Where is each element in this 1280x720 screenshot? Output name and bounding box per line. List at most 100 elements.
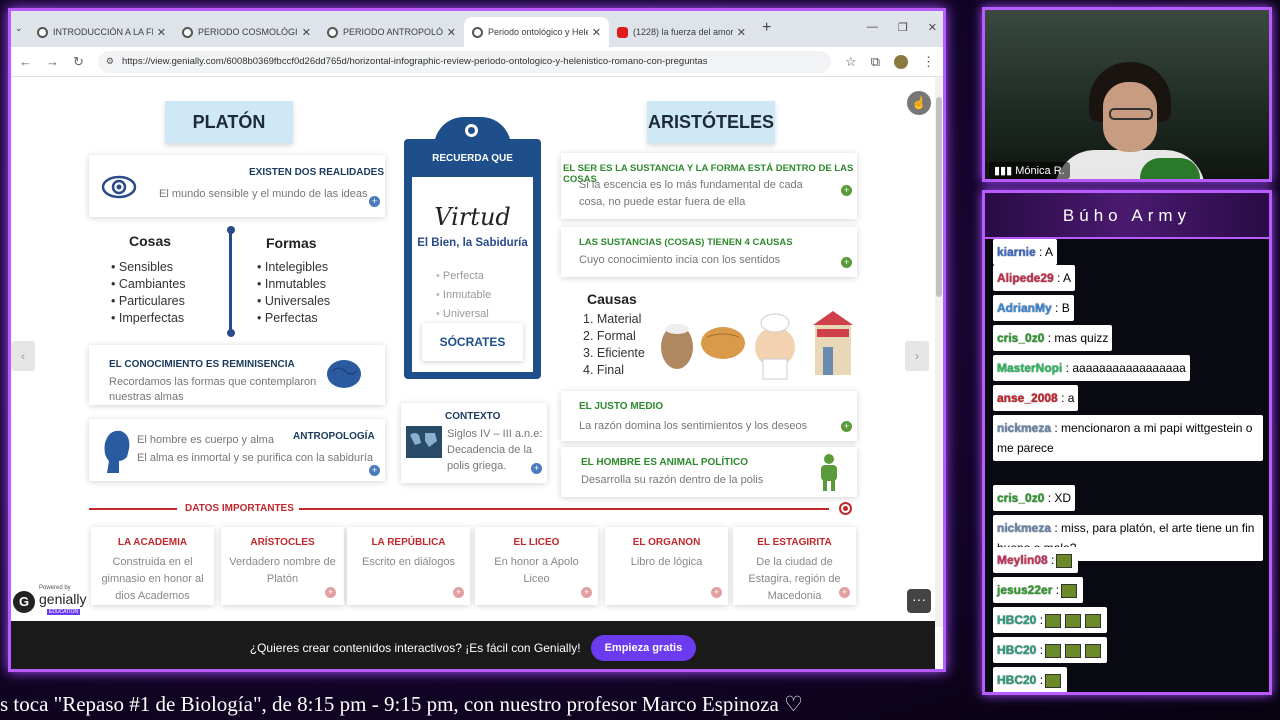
prev-slide-button[interactable]: ‹ xyxy=(11,341,35,371)
plus-icon[interactable]: + xyxy=(453,587,464,598)
chat-username[interactable]: MasterNopi xyxy=(997,361,1062,375)
reminiscencia-card[interactable]: EL CONOCIMIENTO ES REMINISENCIA Recordam… xyxy=(89,345,385,405)
restore-icon[interactable]: ❐ xyxy=(898,21,908,34)
list-item: Sensibles xyxy=(111,259,186,276)
genially-logo[interactable]: G Powered by genially EDUCATION xyxy=(13,585,93,617)
chat-username[interactable]: nickmeza xyxy=(997,521,1051,535)
site-info-icon[interactable]: ⚙ xyxy=(106,56,114,67)
scrollbar-thumb[interactable] xyxy=(936,97,942,297)
reminiscencia-body: Recordamos las formas que contemplaron xyxy=(109,376,317,388)
dato-card[interactable]: ARÍSTOCLES Verdadero nombre de Platón + xyxy=(221,527,344,605)
plus-icon[interactable]: + xyxy=(531,463,542,474)
ser-card[interactable]: EL SER ES LA SUSTANCIA Y LA FORMA ESTÁ D… xyxy=(561,153,857,219)
tab-bar: ⌄ INTRODUCCIÓN A LA FILOSOF ✕ PERIODO COS… xyxy=(11,11,943,47)
contexto-card[interactable]: CONTEXTO Siglos IV – III a.n.e: Decadenc… xyxy=(401,403,547,483)
close-icon[interactable]: ✕ xyxy=(737,26,746,39)
emote-icon xyxy=(1065,643,1082,658)
dato-title: EL LICEO xyxy=(513,537,560,548)
chat-message: kiarnie : A xyxy=(993,239,1058,265)
chat-username[interactable]: HBC20 xyxy=(997,613,1036,627)
list-item: Universales xyxy=(257,293,330,310)
plus-icon[interactable]: + xyxy=(711,587,722,598)
tab-title: PERIODO ANTROPOLÓGICO | G xyxy=(343,27,443,37)
chat-username[interactable]: kiarnie xyxy=(997,245,1036,259)
minimize-icon[interactable]: — xyxy=(867,21,878,34)
dato-card[interactable]: EL ESTAGIRITA De la ciudad de Estagira, r… xyxy=(733,527,856,605)
browser-tab[interactable]: INTRODUCCIÓN A LA FILOSOF ✕ xyxy=(29,17,174,47)
browser-tab[interactable]: PERIODO COSMOLÓGICO | Ge ✕ xyxy=(174,17,319,47)
dato-card[interactable]: LA ACADEMIA Construida en el gimnasio en … xyxy=(91,527,214,605)
sustancias-card[interactable]: LAS SUSTANCIAS (COSAS) TIENEN 4 CAUSAS C… xyxy=(561,227,857,277)
dato-body: Escrito en diálogos xyxy=(362,556,455,568)
chrome-icon xyxy=(182,26,193,38)
scrollbar[interactable] xyxy=(935,77,943,627)
chat-username[interactable]: HBC20 xyxy=(997,673,1036,687)
chat-panel: Búho Army kiarnie : A Alipede29 : A Adrian… xyxy=(982,190,1272,695)
politico-card[interactable]: EL HOMBRE ES ANIMAL POLÍTICO Desarrolla … xyxy=(561,447,857,497)
dato-body: En honor a Apolo Liceo xyxy=(494,556,579,585)
plus-icon[interactable]: + xyxy=(841,185,852,196)
chat-username[interactable]: anse_2008 xyxy=(997,391,1058,405)
plus-icon[interactable]: + xyxy=(841,257,852,268)
politico-body: Desarrolla su razón dentro de la polis xyxy=(581,474,764,486)
chat-username[interactable]: nickmeza xyxy=(997,421,1051,435)
emote-icon xyxy=(1065,613,1082,628)
bookmark-star-icon[interactable]: ☆ xyxy=(845,54,857,70)
browser-tab-active[interactable]: Periodo ontológico y Helenístic ✕ xyxy=(464,17,609,47)
chat-text: : A xyxy=(1035,245,1054,259)
close-icon[interactable]: ✕ xyxy=(592,26,601,39)
close-icon[interactable]: ✕ xyxy=(157,26,166,39)
emote-icon xyxy=(1045,643,1062,658)
more-options-button[interactable]: ··· xyxy=(907,589,931,613)
list-item: 1. Material xyxy=(583,312,642,326)
chat-username[interactable]: cris_0z0 xyxy=(997,491,1044,505)
extensions-icon[interactable]: ⧉ xyxy=(871,54,880,70)
reload-icon[interactable]: ↻ xyxy=(73,54,84,70)
plus-icon[interactable]: + xyxy=(325,587,336,598)
chat-username[interactable]: AdrianMy xyxy=(997,301,1052,315)
cosas-heading: Cosas xyxy=(129,233,172,249)
close-window-icon[interactable]: ✕ xyxy=(928,21,937,34)
plus-icon[interactable]: + xyxy=(839,587,850,598)
virtud-list: Perfecta Inmutable Universal xyxy=(436,267,491,324)
menu-icon[interactable]: ⋮ xyxy=(922,54,935,70)
antropologia-card[interactable]: ANTROPOLOGÍA El hombre es cuerpo y alma … xyxy=(89,419,385,481)
head-silhouette-icon xyxy=(104,430,130,473)
plus-icon[interactable]: + xyxy=(841,421,852,432)
new-tab-button[interactable]: + xyxy=(762,19,771,37)
tab-search-chevron-icon[interactable]: ⌄ xyxy=(15,23,29,34)
datos-label: DATOS IMPORTANTES xyxy=(185,503,294,514)
dato-card[interactable]: EL ORGANON Libro de lógica + xyxy=(605,527,728,605)
plus-icon[interactable]: + xyxy=(369,196,380,207)
dato-card[interactable]: EL LICEO En honor a Apolo Liceo + xyxy=(475,527,598,605)
chat-username[interactable]: Meylin08 xyxy=(997,553,1048,567)
url-field[interactable]: ⚙ https://view.genially.com/6008b0369fbcc… xyxy=(97,50,832,73)
pointer-icon[interactable]: ☝ xyxy=(907,91,931,115)
profile-avatar[interactable] xyxy=(894,54,908,69)
plus-icon[interactable]: + xyxy=(369,465,380,476)
next-slide-button[interactable]: › xyxy=(905,341,929,371)
dato-body: Construida en el gimnasio en honor al di… xyxy=(101,556,204,602)
browser-tab[interactable]: (1228) la fuerza del amor - You ✕ xyxy=(609,17,754,47)
close-icon[interactable]: ✕ xyxy=(302,26,311,39)
forward-icon[interactable]: → xyxy=(46,54,59,69)
back-icon[interactable]: ← xyxy=(19,54,32,69)
chat-text: : xyxy=(1052,583,1060,597)
close-icon[interactable]: ✕ xyxy=(447,26,456,39)
chat-username[interactable]: cris_0z0 xyxy=(997,331,1044,345)
webcam-panel: ▮▮▮ Mónica R. xyxy=(982,7,1272,182)
genially-name: genially xyxy=(39,591,87,607)
dato-card[interactable]: LA REPÚBLICA Escrito en diálogos + xyxy=(347,527,470,605)
chat-text: : xyxy=(1036,643,1044,657)
socrates-button[interactable]: SÓCRATES xyxy=(422,323,523,361)
browser-tab[interactable]: PERIODO ANTROPOLÓGICO | G ✕ xyxy=(319,17,464,47)
realidades-card[interactable]: EXISTEN DOS REALIDADES El mundo sensible… xyxy=(89,155,385,217)
chat-username[interactable]: Alipede29 xyxy=(997,271,1054,285)
chat-username[interactable]: jesus22er xyxy=(997,583,1052,597)
url-text: https://view.genially.com/6008b0369fbccf… xyxy=(121,56,708,67)
formas-heading: Formas xyxy=(266,235,317,251)
plus-icon[interactable]: + xyxy=(581,587,592,598)
empieza-gratis-button[interactable]: Empieza gratis xyxy=(590,635,697,661)
chat-username[interactable]: HBC20 xyxy=(997,643,1036,657)
justo-medio-card[interactable]: EL JUSTO MEDIO La razón domina los senti… xyxy=(561,391,857,441)
